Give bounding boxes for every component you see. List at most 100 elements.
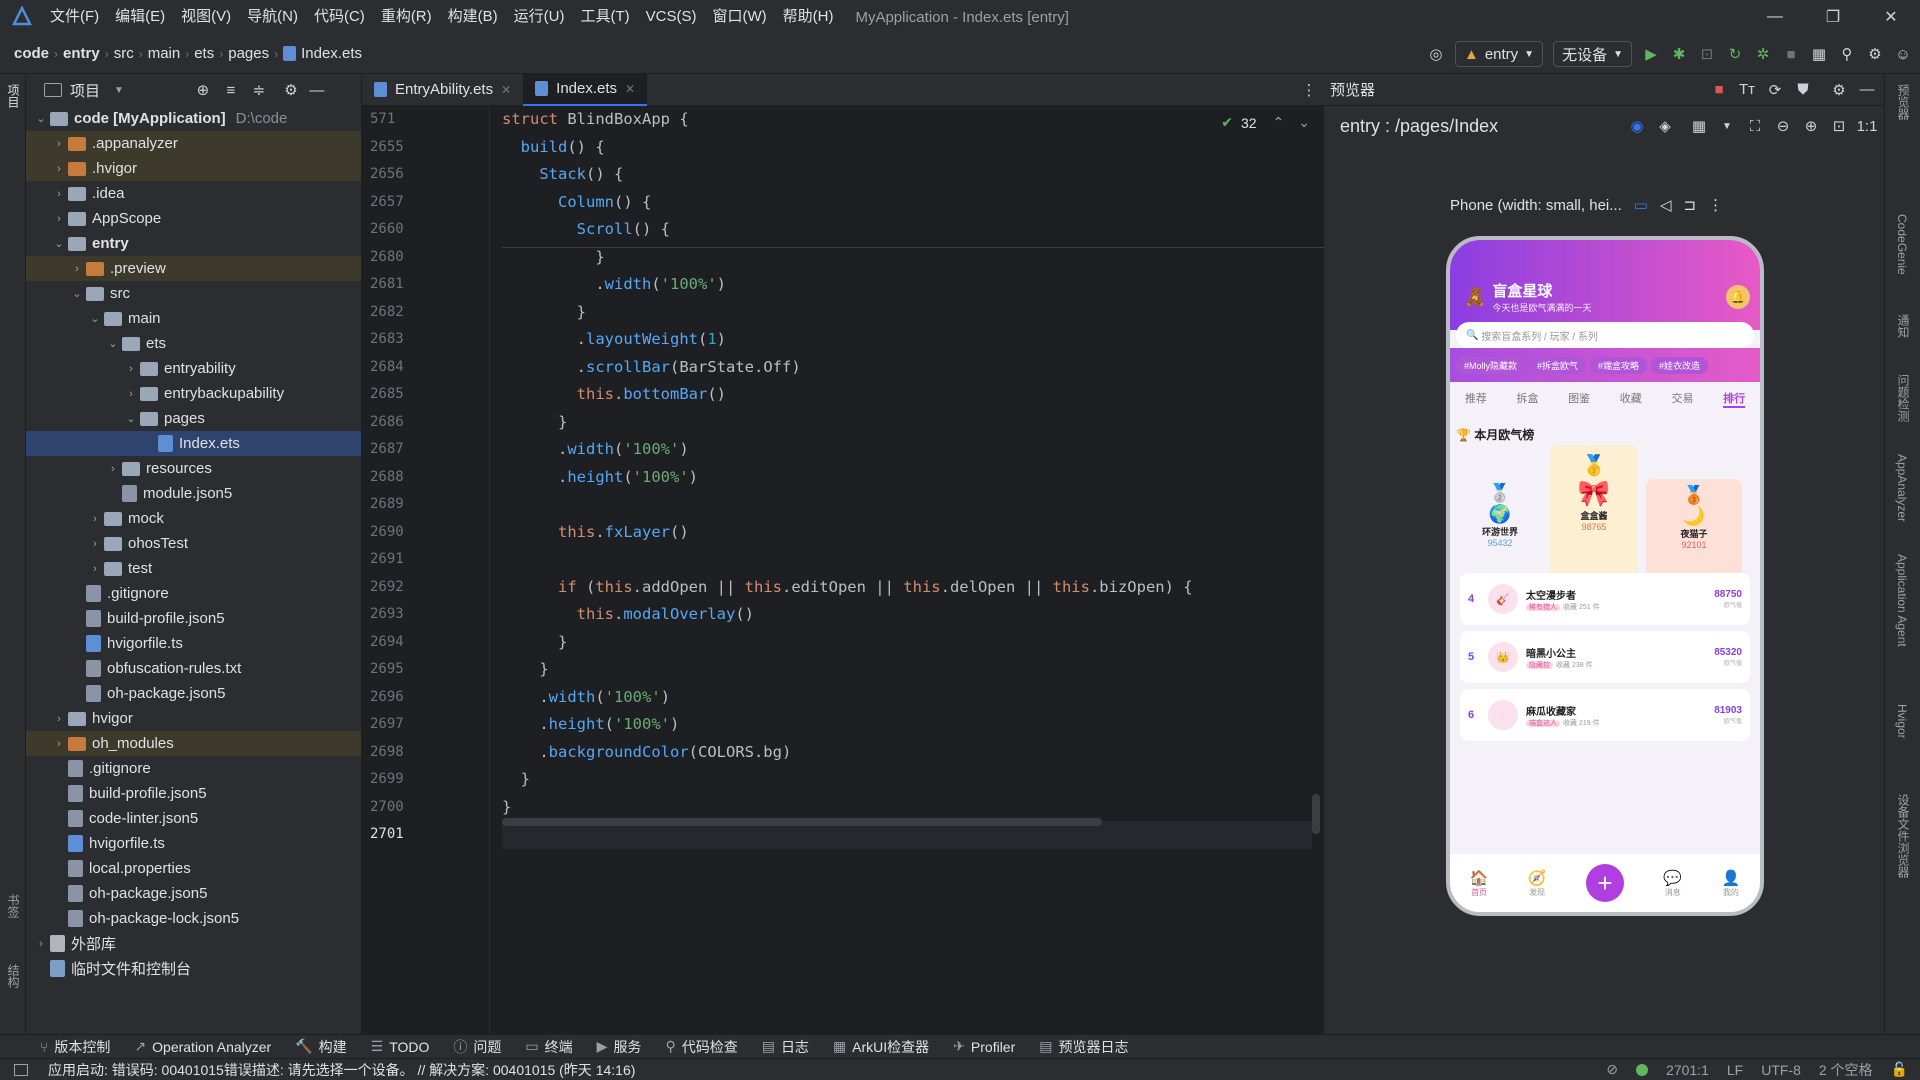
phone-preview[interactable]: 🧸 盲盒星球 今天也是欧气满满的一天 🔔 🔍 搜索盲盒系列 / 玩家 / 系列 … — [1446, 236, 1764, 916]
phone-nav-item[interactable]: 👤 我的 — [1722, 869, 1741, 898]
chevron-right-icon[interactable]: › — [32, 938, 50, 950]
search-icon[interactable]: ⚲ — [1838, 45, 1856, 63]
code-line[interactable]: .width('100%') — [502, 684, 1312, 712]
zoom-in-icon[interactable]: ⊕ — [1802, 117, 1820, 135]
phone-tag-chip[interactable]: #拆盒欧气 — [1529, 357, 1587, 374]
caret-position[interactable]: 2701:1 — [1666, 1062, 1709, 1078]
breadcrumb-item[interactable]: code — [14, 45, 49, 62]
chevron-right-icon[interactable]: › — [50, 188, 68, 200]
tree-node[interactable]: ⌄ src — [26, 281, 361, 306]
account-icon[interactable]: ☺ — [1894, 45, 1912, 63]
breadcrumb-item[interactable]: entry — [63, 45, 100, 62]
bottom-tool-button[interactable]: ↗ Operation Analyzer — [134, 1038, 271, 1055]
right-tool-button[interactable]: 通知 — [1895, 314, 1912, 338]
tree-node[interactable]: ⌄ entry — [26, 231, 361, 256]
screenshot-icon[interactable]: ⊡ — [1830, 117, 1848, 135]
hide-icon[interactable]: — — [1858, 81, 1876, 99]
code-line[interactable]: build() { — [502, 134, 1312, 162]
tree-node[interactable]: Index.ets — [26, 431, 361, 456]
target-icon[interactable]: ◎ — [1427, 45, 1445, 63]
breadcrumb-item[interactable]: src — [114, 45, 134, 62]
code-line[interactable]: .width('100%') — [502, 436, 1312, 464]
right-tool-button[interactable]: AppAnalyzer — [1895, 454, 1909, 522]
menu-item[interactable]: 文件(F) — [42, 0, 107, 34]
hide-icon[interactable]: — — [308, 81, 326, 99]
horizontal-scrollbar[interactable] — [502, 818, 1102, 826]
code-line[interactable]: this.fxLayer() — [502, 519, 1312, 547]
menu-item[interactable]: 重构(R) — [373, 0, 440, 34]
chevron-right-icon[interactable]: › — [50, 138, 68, 150]
code-line[interactable]: } — [502, 409, 1312, 437]
code-line[interactable]: this.modalOverlay() — [502, 601, 1312, 629]
maximize-button[interactable]: ❐ — [1804, 0, 1862, 34]
tree-node[interactable]: oh-package-lock.json5 — [26, 906, 361, 931]
device-frame-icon[interactable]: ▭ — [1634, 196, 1648, 214]
tree-node[interactable]: › entryability — [26, 356, 361, 381]
tree-node[interactable]: 临时文件和控制台 — [26, 956, 361, 981]
chevron-right-icon[interactable]: › — [68, 263, 86, 275]
indent-setting[interactable]: 2 个空格 — [1819, 1060, 1873, 1080]
grid-icon[interactable]: ▦ — [1690, 117, 1708, 135]
tree-node[interactable]: ⌄ code [MyApplication] D:\code — [26, 106, 361, 131]
tree-node[interactable]: › .idea — [26, 181, 361, 206]
device-profile-selector[interactable]: Phone (width: small, hei... — [1450, 197, 1622, 214]
menu-item[interactable]: 窗口(W) — [704, 0, 774, 34]
stop-preview-icon[interactable]: ■ — [1710, 81, 1728, 99]
tree-node[interactable]: › .hvigor — [26, 156, 361, 181]
debug-icon[interactable]: ✱ — [1670, 45, 1688, 63]
eye-icon[interactable]: ◉ — [1628, 117, 1646, 135]
chevron-down-icon[interactable]: ⌄ — [68, 287, 86, 300]
tree-node[interactable]: oh-package.json5 — [26, 681, 361, 706]
tree-node[interactable]: oh-package.json5 — [26, 881, 361, 906]
menu-item[interactable]: 导航(N) — [239, 0, 306, 34]
tree-node[interactable]: build-profile.json5 — [26, 781, 361, 806]
chevron-down-icon[interactable]: ⌄ — [86, 312, 104, 325]
chevron-right-icon[interactable]: › — [50, 738, 68, 750]
phone-tag-chip[interactable]: #Molly隐藏款 — [1456, 357, 1526, 374]
bottom-tool-button[interactable]: ⑂ 版本控制 — [40, 1037, 110, 1057]
chevron-right-icon[interactable]: › — [122, 388, 140, 400]
code-line[interactable]: } — [502, 794, 1312, 822]
bell-icon[interactable]: 🔔 — [1726, 285, 1750, 309]
code-line[interactable]: } — [502, 299, 1312, 327]
tree-node[interactable]: › oh_modules — [26, 731, 361, 756]
phone-search-bar[interactable]: 🔍 搜索盲盒系列 / 玩家 / 系列 — [1456, 322, 1754, 348]
rerun-icon[interactable]: ↻ — [1726, 45, 1744, 63]
code-line[interactable] — [502, 546, 1312, 574]
line-separator[interactable]: LF — [1727, 1062, 1743, 1078]
menu-item[interactable]: 构建(B) — [440, 0, 506, 34]
chevron-right-icon[interactable]: › — [86, 513, 104, 525]
bottom-tool-button[interactable]: ▶ 服务 — [597, 1037, 642, 1057]
menu-item[interactable]: 视图(V) — [173, 0, 239, 34]
close-tab-icon[interactable]: ✕ — [625, 82, 635, 96]
toggle-panels-icon[interactable] — [14, 1063, 28, 1076]
chevron-right-icon[interactable]: › — [50, 163, 68, 175]
code-line[interactable]: .backgroundColor(COLORS.bg) — [502, 739, 1312, 767]
more-icon[interactable]: ⋮ — [1708, 196, 1723, 214]
chevron-right-icon[interactable]: › — [86, 538, 104, 550]
close-window-button[interactable]: ✕ — [1862, 0, 1920, 34]
fit-icon[interactable]: ⛶ — [1746, 117, 1764, 135]
device-selector[interactable]: 无设备 ▼ — [1553, 41, 1632, 67]
breadcrumb-item[interactable]: Index.ets — [301, 45, 362, 62]
tree-node[interactable]: ⌄ pages — [26, 406, 361, 431]
module-selector[interactable]: ▲ entry ▼ — [1454, 41, 1544, 67]
phone-tag-chip[interactable]: #娃衣改造 — [1651, 357, 1709, 374]
menu-item[interactable]: 运行(U) — [506, 0, 573, 34]
breadcrumb-item[interactable]: main — [148, 45, 181, 62]
code-line[interactable]: .width('100%') — [502, 271, 1312, 299]
one-to-one-icon[interactable]: 1:1 — [1857, 117, 1878, 135]
bookmarks-tool-button[interactable]: 书签 — [5, 894, 22, 918]
tree-node[interactable]: ⌄ ets — [26, 331, 361, 356]
chevron-down-icon[interactable]: ⌄ — [32, 112, 50, 125]
settings-icon[interactable]: ⚙ — [1866, 45, 1884, 63]
project-structure-icon[interactable]: ▦ — [1810, 45, 1828, 63]
code-line[interactable]: .height('100%') — [502, 464, 1312, 492]
tree-node[interactable]: › test — [26, 556, 361, 581]
menu-item[interactable]: 帮助(H) — [775, 0, 842, 34]
rotate-icon[interactable]: ◁ — [1660, 196, 1672, 214]
tree-node[interactable]: code-linter.json5 — [26, 806, 361, 831]
chevron-right-icon[interactable]: › — [86, 563, 104, 575]
tree-node[interactable]: › mock — [26, 506, 361, 531]
right-tool-button[interactable]: 预览器 — [1895, 84, 1912, 120]
